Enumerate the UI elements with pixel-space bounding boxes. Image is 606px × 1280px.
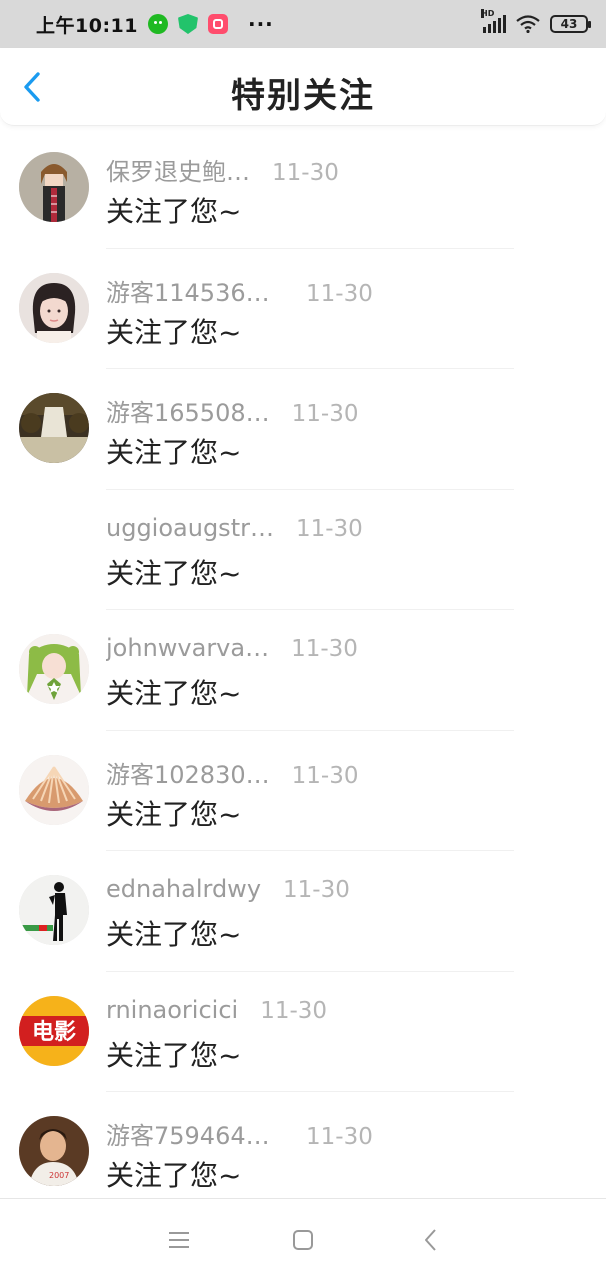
back-triangle-icon — [425, 1229, 436, 1251]
username: 保罗退史鲍… — [106, 158, 250, 186]
name-line: 游客102830… 11-30 — [106, 755, 358, 790]
list-item[interactable]: 游客1145363… 11-30 关注了您~ — [0, 249, 606, 369]
username: uggioaugstr… — [106, 513, 274, 542]
message: 关注了您~ — [106, 797, 242, 831]
date: 11-30 — [291, 636, 358, 662]
username: johnwvarva… — [106, 634, 270, 662]
list-item[interactable]: 保罗退史鲍… 11-30 关注了您~ — [0, 128, 606, 249]
battery-icon: 43 — [550, 15, 591, 33]
follow-list: 保罗退史鲍… 11-30 关注了您~ 游客1145363… 11-30 关注了您… — [0, 128, 606, 1213]
avatar[interactable] — [19, 152, 89, 222]
username: 游客102830… — [106, 760, 270, 789]
username: rninaoricici — [106, 995, 239, 1024]
list-item[interactable]: 2007 游客759464411 11-30 关注了您~ — [0, 1092, 606, 1213]
message: 关注了您~ — [106, 1038, 242, 1072]
list-item[interactable]: uggioaugstr… 11-30 关注了您~ — [0, 490, 606, 610]
avatar[interactable] — [19, 514, 89, 584]
date: 11-30 — [306, 280, 373, 307]
status-right: HD 43 — [481, 9, 591, 34]
list-item[interactable]: johnwvarva… 11-30 关注了您~ — [0, 610, 606, 731]
date: 11-30 — [306, 1124, 373, 1150]
message: 关注了您~ — [106, 556, 242, 590]
list-item[interactable]: 电影 rninaoricici 11-30 关注了您~ — [0, 972, 606, 1092]
wechat-icon — [147, 14, 168, 34]
header: 特别关注 — [0, 48, 606, 126]
home-button[interactable] — [288, 1225, 318, 1255]
menu-icon — [169, 1232, 189, 1248]
menu-button[interactable] — [164, 1225, 194, 1255]
screen: 上午10:11 ··· HD 43 特别关注 保罗退史鲍… 11-30 关注了您… — [0, 0, 606, 1280]
movie-logo-text: 电影 — [32, 1020, 76, 1045]
date: 11-30 — [260, 997, 328, 1024]
message: 关注了您~ — [106, 1159, 242, 1192]
username: 游客165508… — [106, 399, 270, 427]
home-square-icon — [293, 1230, 313, 1250]
date: 11-30 — [291, 401, 359, 427]
avatar[interactable] — [19, 393, 89, 463]
name-line: 游客165508… 11-30 — [106, 393, 358, 428]
shield-icon — [177, 14, 198, 34]
avatar[interactable] — [19, 754, 89, 825]
name-line: rninaoricici 11-30 — [106, 996, 327, 1024]
message: 关注了您~ — [106, 436, 242, 469]
status-time: 上午10:11 — [36, 14, 138, 37]
app-red-icon — [207, 14, 228, 34]
username: ednahalrdwy — [106, 875, 262, 903]
message: 关注了您~ — [106, 315, 242, 349]
status-bar: 上午10:11 ··· HD 43 — [0, 0, 606, 48]
name-line: 游客759464411 11-30 — [106, 1116, 373, 1151]
name-line: 游客1145363… 11-30 — [106, 273, 373, 308]
date: 11-30 — [283, 877, 350, 903]
list-item[interactable]: 游客165508… 11-30 关注了您~ — [0, 369, 606, 490]
more-dots: ··· — [247, 12, 274, 36]
avatar[interactable] — [19, 875, 89, 945]
avatar[interactable]: 2007 — [19, 1116, 89, 1186]
username: 游客759464411 — [106, 1122, 284, 1150]
name-line: ednahalrdwy 11-30 — [106, 875, 350, 903]
status-left: 上午10:11 ··· — [36, 11, 274, 38]
message: 关注了您~ — [106, 195, 242, 228]
avatar[interactable]: 电影 — [19, 995, 89, 1066]
message: 关注了您~ — [106, 918, 242, 951]
hd-signal-icon: HD — [481, 9, 506, 33]
date: 11-30 — [291, 762, 359, 789]
date: 11-30 — [272, 160, 339, 186]
page-title: 特别关注 — [231, 76, 375, 116]
username: 游客1145363… — [106, 278, 284, 307]
nav-bar — [0, 1198, 606, 1280]
name-line: johnwvarva… 11-30 — [106, 634, 358, 662]
svg-text:2007: 2007 — [49, 1171, 69, 1180]
avatar[interactable] — [19, 272, 89, 343]
name-line: uggioaugstr… 11-30 — [106, 514, 363, 542]
hd-label: HD — [481, 9, 495, 18]
avatar[interactable] — [19, 634, 89, 704]
message: 关注了您~ — [106, 677, 242, 710]
wifi-icon — [516, 15, 540, 34]
list-item[interactable]: 游客102830… 11-30 关注了您~ — [0, 731, 606, 851]
date: 11-30 — [295, 515, 363, 542]
list-item[interactable]: ednahalrdwy 11-30 关注了您~ — [0, 851, 606, 972]
name-line: 保罗退史鲍… 11-30 — [106, 152, 339, 187]
nav-back-button[interactable] — [416, 1225, 446, 1255]
